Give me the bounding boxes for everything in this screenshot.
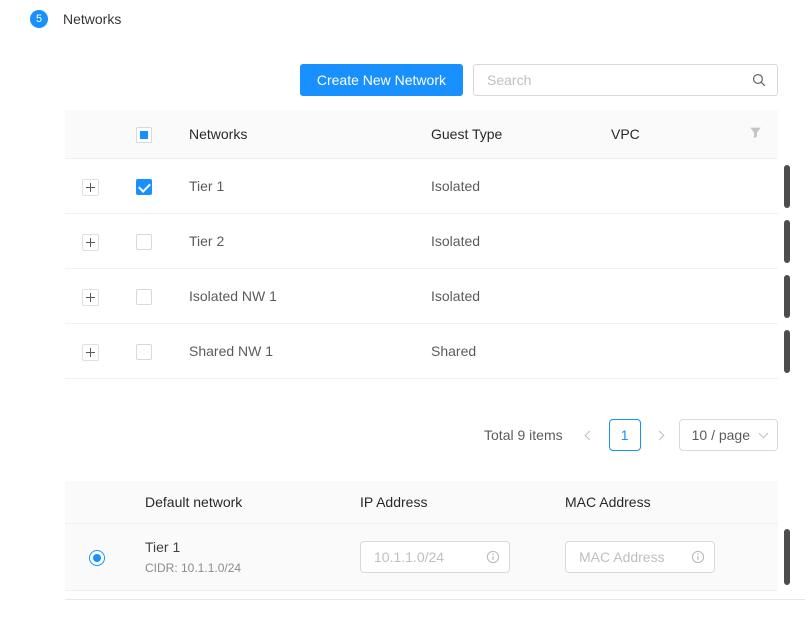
network-name: Tier 2 <box>173 214 415 269</box>
network-name: Shared NW 1 <box>173 324 415 379</box>
vpc-cell <box>595 269 733 324</box>
vpc-cell <box>595 159 733 214</box>
network-name: Tier 1 <box>173 159 415 214</box>
ip-address-input[interactable] <box>372 548 480 566</box>
ip-address-input-wrap[interactable] <box>360 541 510 573</box>
scrollbar-thumb[interactable] <box>784 529 790 585</box>
guest-type: Shared <box>415 324 595 379</box>
default-network-name: Tier 1 <box>145 537 328 557</box>
expand-row-icon[interactable] <box>82 344 99 361</box>
guest-type: Isolated <box>415 159 595 214</box>
col-ip-address: IP Address <box>344 481 549 524</box>
page-title: Networks <box>63 11 121 27</box>
search-icon[interactable] <box>752 73 766 87</box>
vpc-cell <box>595 324 733 379</box>
default-network-header-row: Default network IP Address MAC Address <box>65 481 778 524</box>
row-checkbox[interactable] <box>136 289 152 305</box>
expand-row-icon[interactable] <box>82 179 99 196</box>
info-icon <box>691 550 705 564</box>
guest-type: Isolated <box>415 269 595 324</box>
scrollbar-thumb[interactable] <box>784 165 790 208</box>
scrollbar-thumb[interactable] <box>784 220 790 263</box>
scrollbar-thumb[interactable] <box>784 275 790 318</box>
step-number-badge: 5 <box>30 10 48 28</box>
pagination: Total 9 items 1 10 / page <box>65 419 778 451</box>
col-vpc: VPC <box>595 110 733 159</box>
col-networks: Networks <box>173 110 415 159</box>
info-icon <box>486 550 500 564</box>
col-default-network: Default network <box>129 481 344 524</box>
table-row: Tier 1 Isolated <box>65 159 778 214</box>
pagination-total: Total 9 items <box>484 427 563 443</box>
mac-address-input[interactable] <box>577 548 685 566</box>
networks-table: Networks Guest Type VPC <box>65 110 778 379</box>
prev-page-button[interactable] <box>579 419 601 451</box>
table-row: Shared NW 1 Shared <box>65 324 778 379</box>
scrollbar-thumb[interactable] <box>784 330 790 373</box>
guest-type: Isolated <box>415 214 595 269</box>
default-network-radio[interactable] <box>89 550 105 566</box>
table-row: Tier 1 CIDR: 10.1.1.0/24 <box>65 524 778 591</box>
toolbar: Create New Network <box>65 64 778 96</box>
default-network-table: Default network IP Address MAC Address T… <box>65 481 778 591</box>
next-page-button[interactable] <box>649 419 671 451</box>
chevron-right-icon <box>655 430 665 440</box>
filter-icon[interactable] <box>749 126 762 139</box>
col-guest-type: Guest Type <box>415 110 595 159</box>
expand-row-icon[interactable] <box>82 234 99 251</box>
table-row: Isolated NW 1 Isolated <box>65 269 778 324</box>
row-checkbox[interactable] <box>136 344 152 360</box>
search-box[interactable] <box>473 64 778 96</box>
page-size-select[interactable]: 10 / page <box>679 419 778 451</box>
network-name: Isolated NW 1 <box>173 269 415 324</box>
chevron-down-icon <box>759 428 769 438</box>
row-checkbox[interactable] <box>136 179 152 195</box>
vpc-cell <box>595 214 733 269</box>
bottom-divider <box>65 599 805 600</box>
select-all-checkbox[interactable] <box>136 127 152 143</box>
chevron-left-icon <box>585 430 595 440</box>
mac-address-input-wrap[interactable] <box>565 541 715 573</box>
networks-table-header-row: Networks Guest Type VPC <box>65 110 778 159</box>
page-1-button[interactable]: 1 <box>609 419 641 451</box>
page-size-value: 10 / page <box>692 427 750 443</box>
search-input[interactable] <box>485 71 744 89</box>
col-mac-address: MAC Address <box>549 481 778 524</box>
default-network-cidr: CIDR: 10.1.1.0/24 <box>145 559 328 577</box>
step-content: Create New Network <box>65 64 778 600</box>
create-new-network-button[interactable]: Create New Network <box>300 64 463 96</box>
table-row: Tier 2 Isolated <box>65 214 778 269</box>
step-header: 5 Networks <box>30 10 121 28</box>
expand-row-icon[interactable] <box>82 289 99 306</box>
row-checkbox[interactable] <box>136 234 152 250</box>
